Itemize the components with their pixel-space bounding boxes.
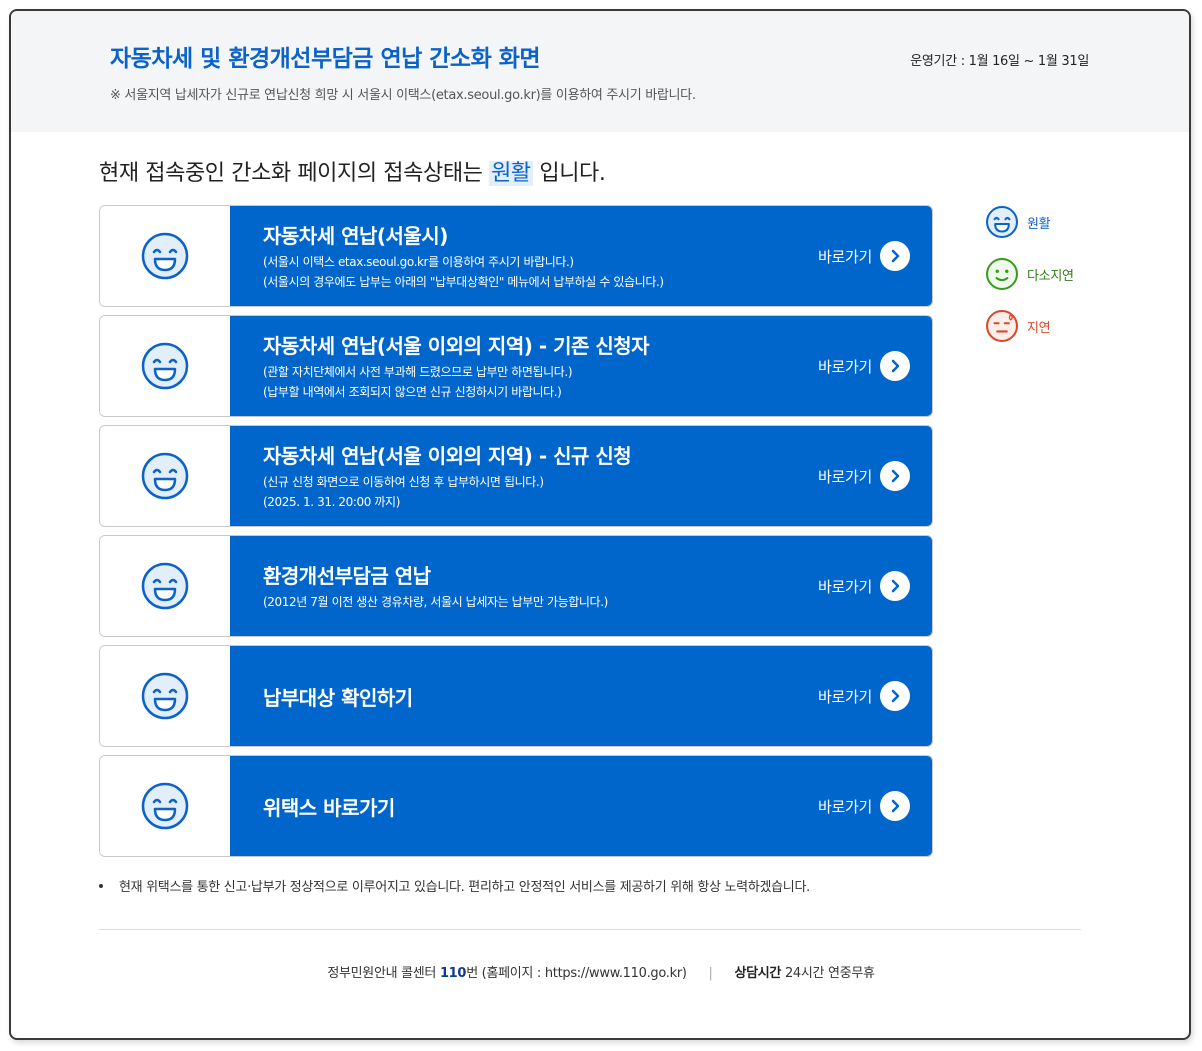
card-body: 납부대상 확인하기 바로가기 bbox=[230, 646, 932, 746]
legend-item-delay: 지연 bbox=[985, 309, 1074, 343]
smile-icon bbox=[141, 232, 189, 280]
legend-label: 지연 bbox=[1027, 320, 1051, 336]
card-title: 자동차세 연납(서울 이외의 지역) - 신규 신청 bbox=[263, 444, 632, 468]
footer-divider bbox=[99, 929, 1081, 930]
card-desc-1: (서울시 이택스 etax.seoul.go.kr를 이용하여 주시기 바랍니다… bbox=[263, 255, 574, 269]
legend-label: 다소지연 bbox=[1027, 268, 1074, 284]
chevron-right-icon bbox=[880, 791, 910, 821]
menu-card-list: 자동차세 연납(서울시) (서울시 이택스 etax.seoul.go.kr를 … bbox=[99, 205, 933, 865]
go-label: 바로가기 bbox=[817, 797, 872, 816]
smile-icon bbox=[141, 452, 189, 500]
chevron-right-icon bbox=[880, 461, 910, 491]
hours-label: 상담시간 bbox=[734, 966, 782, 981]
card-non-seoul-existing[interactable]: 자동차세 연납(서울 이외의 지역) - 기존 신청자 (관할 자치단체에서 사… bbox=[99, 315, 933, 417]
go-label: 바로가기 bbox=[817, 577, 872, 596]
legend-item-smooth: 원활 bbox=[985, 205, 1074, 239]
go-button[interactable]: 바로가기 bbox=[818, 351, 910, 381]
card-title: 납부대상 확인하기 bbox=[263, 686, 413, 710]
card-body: 자동차세 연납(서울 이외의 지역) - 신규 신청 (신규 신청 화면으로 이… bbox=[230, 426, 932, 526]
call-center-number: 110 bbox=[439, 966, 467, 981]
service-notice-text: 현재 위택스를 통한 신고·납부가 정상적으로 이루어지고 있습니다. 편리하고… bbox=[119, 880, 810, 895]
go-label: 바로가기 bbox=[817, 467, 872, 486]
card-body: 위택스 바로가기 바로가기 bbox=[230, 756, 932, 856]
sweat-face-icon bbox=[986, 310, 1018, 342]
header-notice: ※ 서울지역 납세자가 신규로 연납신청 희망 시 서울시 이택스(etax.s… bbox=[110, 88, 696, 103]
go-button[interactable]: 바로가기 bbox=[818, 571, 910, 601]
card-desc-1: (관할 자치단체에서 사전 부과해 드렸으므로 납부만 하면됩니다.) bbox=[263, 365, 573, 379]
status-prefix: 현재 접속중인 간소화 페이지의 접속상태는 bbox=[99, 161, 483, 186]
go-button[interactable]: 바로가기 bbox=[818, 241, 910, 271]
operation-period: 운영기간 : 1월 16일 ~ 1월 31일 bbox=[910, 54, 1089, 69]
chevron-right-icon bbox=[880, 571, 910, 601]
go-label: 바로가기 bbox=[817, 357, 872, 376]
go-button[interactable]: 바로가기 bbox=[818, 461, 910, 491]
card-status-face bbox=[100, 536, 230, 636]
status-suffix: 입니다. bbox=[539, 161, 606, 186]
card-check-payment-target[interactable]: 납부대상 확인하기 바로가기 bbox=[99, 645, 933, 747]
card-body: 자동차세 연납(서울시) (서울시 이택스 etax.seoul.go.kr를 … bbox=[230, 206, 932, 306]
smile-icon bbox=[141, 562, 189, 610]
chevron-right-icon bbox=[880, 241, 910, 271]
card-status-face bbox=[100, 756, 230, 856]
service-notice: 현재 위택스를 통한 신고·납부가 정상적으로 이루어지고 있습니다. 편리하고… bbox=[99, 876, 810, 895]
chevron-right-icon bbox=[880, 681, 910, 711]
go-label: 바로가기 bbox=[817, 247, 872, 266]
card-body: 자동차세 연납(서울 이외의 지역) - 기존 신청자 (관할 자치단체에서 사… bbox=[230, 316, 932, 416]
card-status-face bbox=[100, 646, 230, 746]
neutral-face-icon bbox=[986, 258, 1018, 290]
card-title: 자동차세 연납(서울시) bbox=[263, 224, 448, 248]
card-body: 환경개선부담금 연납 (2012년 7월 이전 생산 경유차량, 서울시 납세자… bbox=[230, 536, 932, 636]
page-title: 자동차세 및 환경개선부담금 연납 간소화 화면 bbox=[110, 46, 541, 72]
status-legend: 원활 다소지연 지연 bbox=[985, 205, 1074, 361]
smile-icon bbox=[141, 782, 189, 830]
legend-item-slight-delay: 다소지연 bbox=[985, 257, 1074, 291]
card-status-face bbox=[100, 206, 230, 306]
card-status-face bbox=[100, 316, 230, 416]
card-title: 환경개선부담금 연납 bbox=[263, 564, 431, 588]
card-seoul-annual-payment[interactable]: 자동차세 연납(서울시) (서울시 이택스 etax.seoul.go.kr를 … bbox=[99, 205, 933, 307]
card-desc-1: (신규 신청 화면으로 이동하여 신청 후 납부하시면 됩니다.) bbox=[263, 475, 544, 489]
chevron-right-icon bbox=[880, 351, 910, 381]
footer-separator: | bbox=[708, 966, 713, 981]
card-title: 자동차세 연납(서울 이외의 지역) - 기존 신청자 bbox=[263, 334, 650, 358]
card-title: 위택스 바로가기 bbox=[263, 796, 395, 820]
go-button[interactable]: 바로가기 bbox=[818, 791, 910, 821]
card-desc-2: (서울시의 경우에도 납부는 아래의 "납부대상확인" 메뉴에서 납부하실 수 … bbox=[263, 275, 664, 289]
card-desc-1: (2012년 7월 이전 생산 경유차량, 서울시 납세자는 납부만 가능합니다… bbox=[263, 595, 608, 609]
page-footer: 정부민원안내 콜센터 110번 (홈페이지 : https://www.110.… bbox=[0, 962, 1202, 981]
card-status-face bbox=[100, 426, 230, 526]
go-label: 바로가기 bbox=[817, 687, 872, 706]
call-center-label: 정부민원안내 콜센터 bbox=[327, 966, 437, 981]
smile-icon bbox=[141, 672, 189, 720]
bullet-icon bbox=[99, 883, 103, 888]
call-center-homepage: 번 (홈페이지 : https://www.110.go.kr) bbox=[466, 966, 687, 981]
smile-icon bbox=[986, 206, 1018, 238]
card-desc-2: (납부할 내역에서 조회되지 않으면 신규 신청하시기 바랍니다.) bbox=[263, 385, 562, 399]
smile-icon bbox=[141, 342, 189, 390]
go-button[interactable]: 바로가기 bbox=[818, 681, 910, 711]
legend-label: 원활 bbox=[1027, 216, 1051, 232]
card-non-seoul-new[interactable]: 자동차세 연납(서울 이외의 지역) - 신규 신청 (신규 신청 화면으로 이… bbox=[99, 425, 933, 527]
status-word: 원활 bbox=[489, 161, 533, 186]
card-desc-2: (2025. 1. 31. 20:00 까지) bbox=[263, 495, 400, 509]
card-wetax-shortcut[interactable]: 위택스 바로가기 바로가기 bbox=[99, 755, 933, 857]
card-environment-charge[interactable]: 환경개선부담금 연납 (2012년 7월 이전 생산 경유차량, 서울시 납세자… bbox=[99, 535, 933, 637]
hours-value: 24시간 연중무휴 bbox=[784, 966, 875, 981]
page-header: 자동차세 및 환경개선부담금 연납 간소화 화면 ※ 서울지역 납세자가 신규로… bbox=[11, 11, 1189, 132]
connection-status: 현재 접속중인 간소화 페이지의 접속상태는 원활 입니다. bbox=[99, 155, 606, 187]
